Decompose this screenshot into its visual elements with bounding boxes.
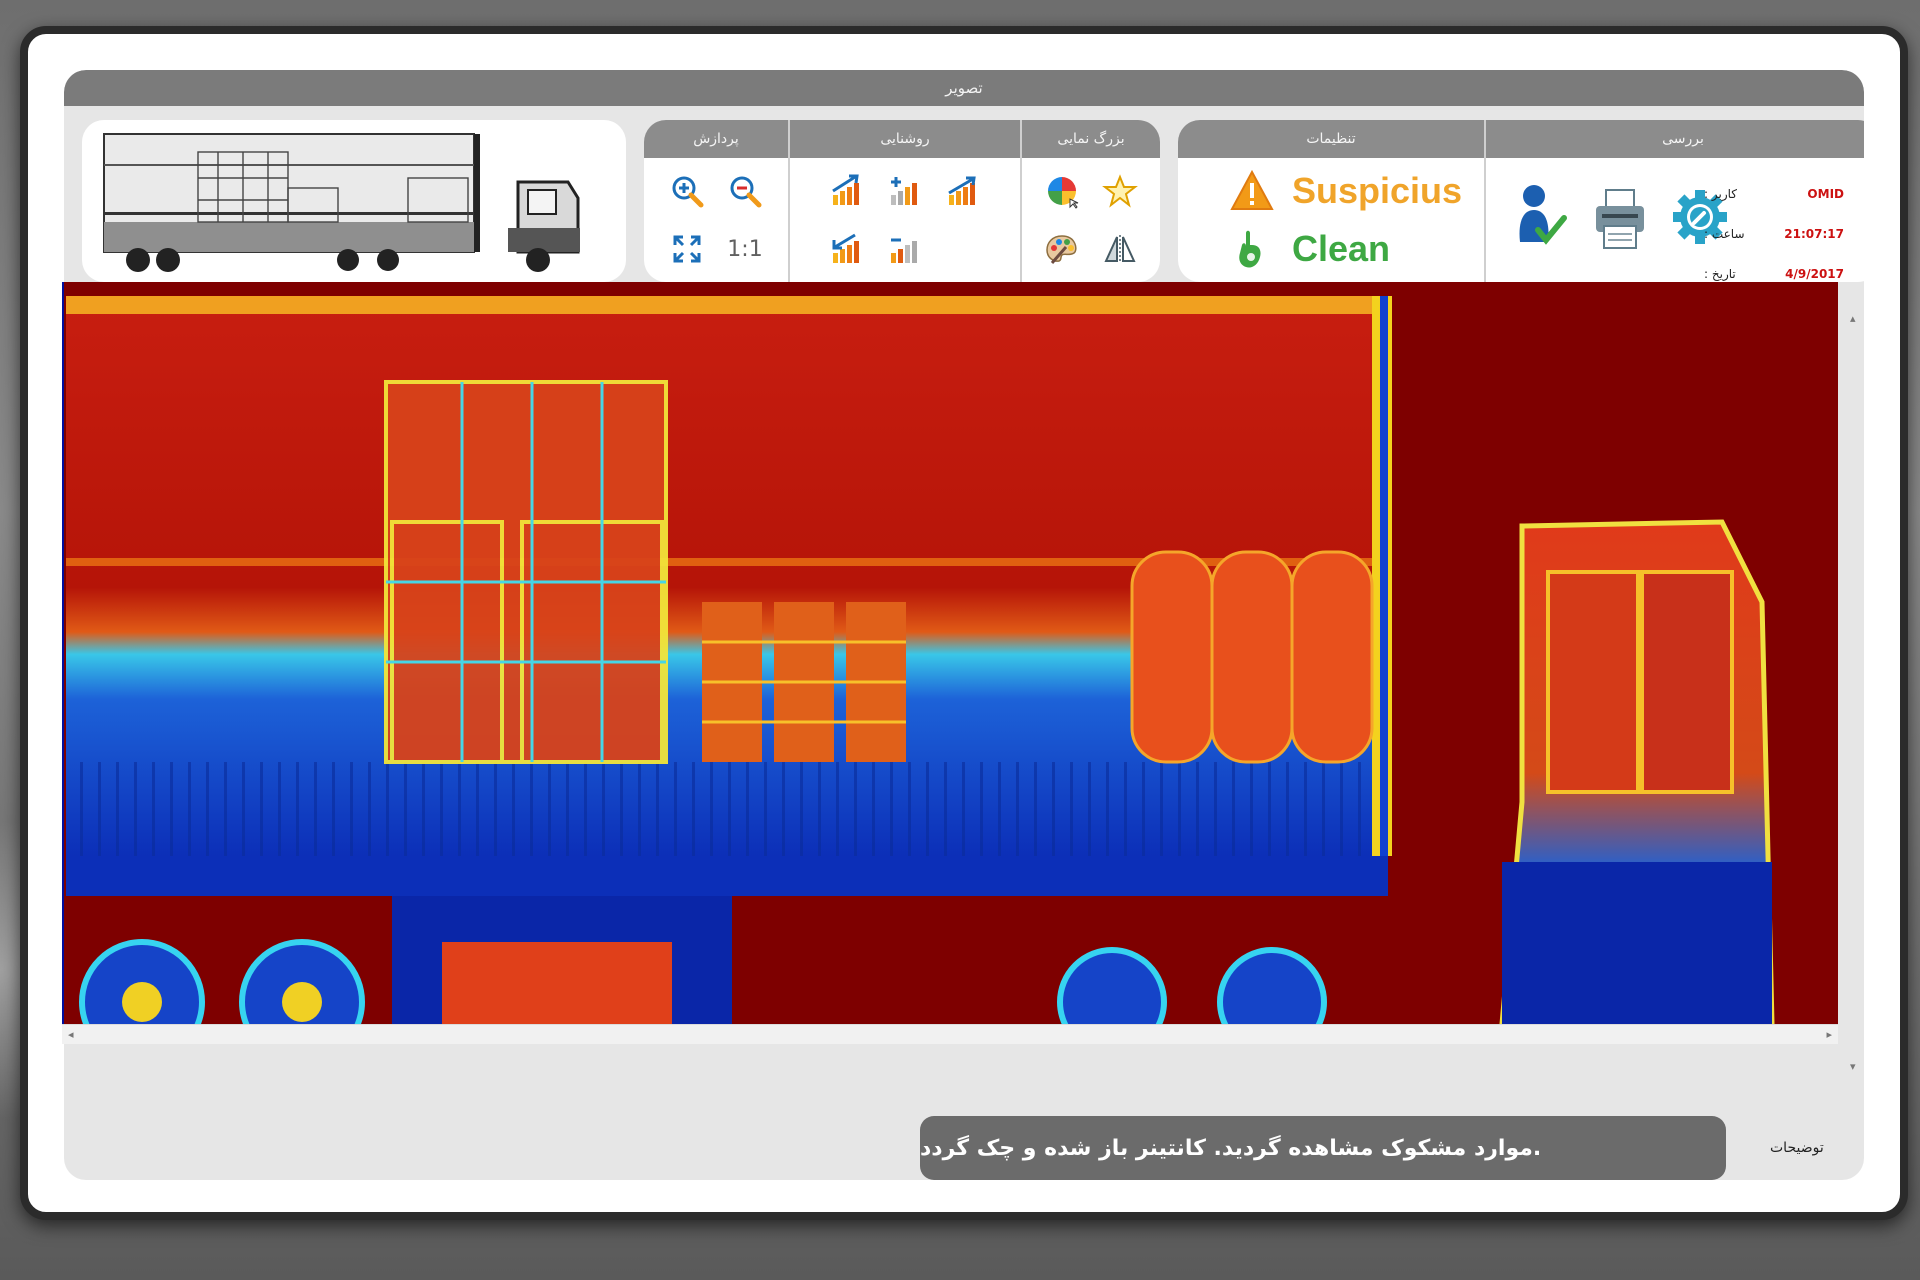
processing-section: پردازش 1:1 (644, 120, 788, 282)
processing-header: پردازش (644, 120, 788, 158)
scan-thumbnail[interactable] (96, 128, 612, 274)
printer-icon[interactable] (1592, 180, 1648, 254)
user-check-icon[interactable] (1512, 180, 1568, 254)
brightness-header: روشنایی (790, 120, 1020, 158)
zoom-out-icon[interactable] (723, 169, 767, 213)
description-label: توضیحات (1770, 1140, 1824, 1156)
zoom-header: بزرگ نمایی (1022, 120, 1160, 158)
date-value: 4/9/2017 (1785, 267, 1844, 281)
user-value: OMID (1807, 187, 1844, 201)
scroll-down-arrow-icon[interactable]: ▾ (1850, 1060, 1856, 1073)
time-label: : ساعت (1704, 227, 1745, 241)
user-label: : کاربر (1704, 187, 1737, 201)
settings-header: تنظیمات (1178, 120, 1484, 158)
mirror-icon[interactable] (1098, 227, 1142, 271)
warning-icon (1230, 169, 1274, 210)
image-tools-panel: پردازش 1:1 روشنایی بزرگ نمایی (644, 120, 1160, 282)
hand-ok-icon (1239, 230, 1261, 268)
color-palette-icon[interactable] (1040, 169, 1084, 213)
time-value: 21:07:17 (1784, 227, 1844, 241)
suspicious-button[interactable]: Suspicius (1178, 162, 1484, 220)
scroll-left-arrow-icon[interactable]: ◂ (68, 1028, 74, 1041)
settings-section: تنظیمات Suspicius Clean (1178, 120, 1484, 282)
contrast-up-icon[interactable] (941, 169, 985, 213)
actual-size-label: 1:1 (727, 236, 763, 262)
scan-thumbnail-panel[interactable] (82, 120, 626, 282)
review-section: بررسی : کاربرOMID : ساعت21:07:17 : تار (1484, 120, 1864, 282)
suspicious-label: Suspicius (1292, 170, 1463, 211)
horizontal-scrollbar[interactable]: ◂ ▸ (62, 1024, 1838, 1044)
clean-label: Clean (1292, 228, 1391, 269)
scroll-right-arrow-icon[interactable]: ▸ (1826, 1028, 1832, 1041)
paint-palette-icon[interactable] (1040, 227, 1084, 271)
brightness-up-icon[interactable] (825, 169, 869, 213)
zoom-section: بزرگ نمایی (1020, 120, 1160, 282)
description-field[interactable]: .موارد مشکوک مشاهده گردید. کانتینر باز ش… (920, 1116, 1726, 1180)
actual-size-button[interactable]: 1:1 (723, 227, 767, 271)
date-label: : تاریخ (1704, 267, 1736, 281)
star-icon[interactable] (1098, 169, 1142, 213)
brightness-minus-icon[interactable] (883, 227, 927, 271)
brightness-down-icon[interactable] (825, 227, 869, 271)
review-settings-panel: تنظیمات Suspicius Clean بررسی: کاربر OM… (1178, 120, 1864, 282)
fit-screen-icon[interactable] (665, 227, 709, 271)
zoom-in-icon[interactable] (665, 169, 709, 213)
session-info: : کاربر OMID : ساعت 21:07:17 : تاریخ 4/9/20… (1704, 174, 1844, 282)
review-header: بررسی (1486, 120, 1864, 158)
brightness-section: روشنایی (788, 120, 1020, 282)
clean-button[interactable]: Clean (1178, 220, 1484, 278)
scroll-up-arrow-icon[interactable]: ▴ (1850, 312, 1856, 325)
brightness-plus-icon[interactable] (883, 169, 927, 213)
xray-scan-image[interactable] (62, 282, 1838, 1024)
window-title: تصویر (64, 70, 1864, 106)
